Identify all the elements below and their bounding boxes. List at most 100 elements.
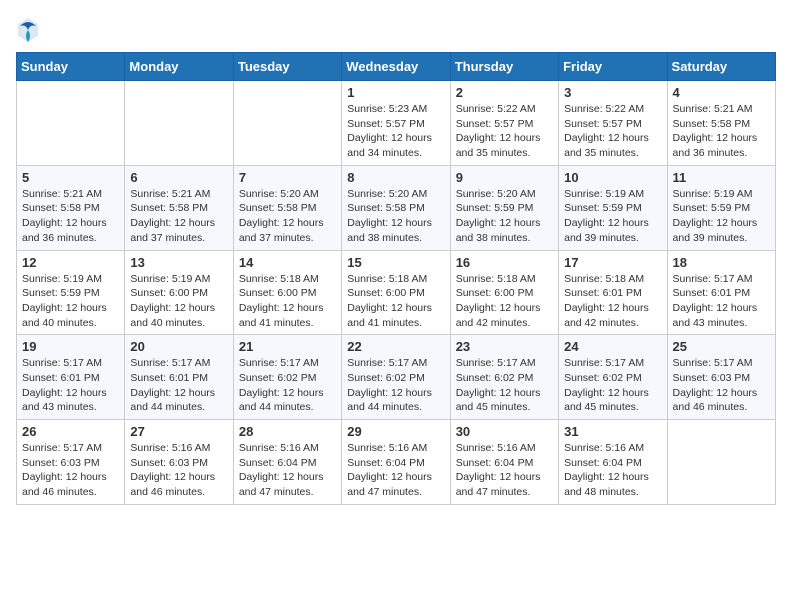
- weekday-header-friday: Friday: [559, 53, 667, 81]
- cell-sun-info: Sunrise: 5:17 AMSunset: 6:01 PMDaylight:…: [130, 356, 227, 415]
- cell-sun-info: Sunrise: 5:16 AMSunset: 6:04 PMDaylight:…: [239, 441, 336, 500]
- day-number: 28: [239, 424, 336, 439]
- calendar-cell: 13 Sunrise: 5:19 AMSunset: 6:00 PMDayligh…: [125, 250, 233, 335]
- calendar-cell: 4 Sunrise: 5:21 AMSunset: 5:58 PMDaylight…: [667, 81, 775, 166]
- day-number: 24: [564, 339, 661, 354]
- cell-sun-info: Sunrise: 5:20 AMSunset: 5:59 PMDaylight:…: [456, 187, 553, 246]
- day-number: 19: [22, 339, 119, 354]
- cell-sun-info: Sunrise: 5:17 AMSunset: 6:02 PMDaylight:…: [239, 356, 336, 415]
- cell-sun-info: Sunrise: 5:16 AMSunset: 6:04 PMDaylight:…: [564, 441, 661, 500]
- weekday-header-tuesday: Tuesday: [233, 53, 341, 81]
- calendar-cell: 30Sunrise: 5:16 AMSunset: 6:04 PMDayligh…: [450, 420, 558, 505]
- weekday-header-monday: Monday: [125, 53, 233, 81]
- day-number: 7: [239, 170, 336, 185]
- cell-sun-info: Sunrise: 5:20 AMSunset: 5:58 PMDaylight:…: [239, 187, 336, 246]
- calendar-cell: 1 Sunrise: 5:23 AMSunset: 5:57 PMDaylight…: [342, 81, 450, 166]
- page-header: [16, 16, 776, 44]
- cell-sun-info: Sunrise: 5:18 AMSunset: 6:00 PMDaylight:…: [347, 272, 444, 331]
- cell-sun-info: Sunrise: 5:19 AMSunset: 5:59 PMDaylight:…: [564, 187, 661, 246]
- day-number: 16: [456, 255, 553, 270]
- day-number: 21: [239, 339, 336, 354]
- cell-sun-info: Sunrise: 5:17 AMSunset: 6:02 PMDaylight:…: [564, 356, 661, 415]
- calendar-cell: 31 Sunrise: 5:16 AMSunset: 6:04 PMDayligh…: [559, 420, 667, 505]
- cell-sun-info: Sunrise: 5:21 AMSunset: 5:58 PMDaylight:…: [673, 102, 770, 161]
- day-number: 6: [130, 170, 227, 185]
- day-number: 26: [22, 424, 119, 439]
- cell-sun-info: Sunrise: 5:19 AMSunset: 5:59 PMDaylight:…: [673, 187, 770, 246]
- day-number: 29: [347, 424, 444, 439]
- calendar-cell: 16Sunrise: 5:18 AMSunset: 6:00 PMDayligh…: [450, 250, 558, 335]
- cell-sun-info: Sunrise: 5:21 AMSunset: 5:58 PMDaylight:…: [130, 187, 227, 246]
- calendar-week-row: 5 Sunrise: 5:21 AMSunset: 5:58 PMDaylight…: [17, 165, 776, 250]
- cell-sun-info: Sunrise: 5:16 AMSunset: 6:03 PMDaylight:…: [130, 441, 227, 500]
- day-number: 30: [456, 424, 553, 439]
- cell-sun-info: Sunrise: 5:18 AMSunset: 6:00 PMDaylight:…: [239, 272, 336, 331]
- calendar-week-row: 12 Sunrise: 5:19 AMSunset: 5:59 PMDayligh…: [17, 250, 776, 335]
- calendar-cell: 7 Sunrise: 5:20 AMSunset: 5:58 PMDaylight…: [233, 165, 341, 250]
- logo: [16, 16, 44, 44]
- cell-sun-info: Sunrise: 5:17 AMSunset: 6:03 PMDaylight:…: [673, 356, 770, 415]
- cell-sun-info: Sunrise: 5:17 AMSunset: 6:02 PMDaylight:…: [347, 356, 444, 415]
- calendar-cell: 3Sunrise: 5:22 AMSunset: 5:57 PMDaylight…: [559, 81, 667, 166]
- day-number: 5: [22, 170, 119, 185]
- calendar-cell: 5 Sunrise: 5:21 AMSunset: 5:58 PMDaylight…: [17, 165, 125, 250]
- logo-icon: [16, 16, 40, 44]
- day-number: 3: [564, 85, 661, 100]
- day-number: 25: [673, 339, 770, 354]
- calendar-header-row: SundayMondayTuesdayWednesdayThursdayFrid…: [17, 53, 776, 81]
- calendar-cell: 15 Sunrise: 5:18 AMSunset: 6:00 PMDayligh…: [342, 250, 450, 335]
- calendar-week-row: 19 Sunrise: 5:17 AMSunset: 6:01 PMDayligh…: [17, 335, 776, 420]
- weekday-header-thursday: Thursday: [450, 53, 558, 81]
- day-number: 27: [130, 424, 227, 439]
- calendar-week-row: 1 Sunrise: 5:23 AMSunset: 5:57 PMDaylight…: [17, 81, 776, 166]
- day-number: 20: [130, 339, 227, 354]
- day-number: 14: [239, 255, 336, 270]
- day-number: 13: [130, 255, 227, 270]
- weekday-header-wednesday: Wednesday: [342, 53, 450, 81]
- cell-sun-info: Sunrise: 5:20 AMSunset: 5:58 PMDaylight:…: [347, 187, 444, 246]
- day-number: 9: [456, 170, 553, 185]
- calendar-cell: [125, 81, 233, 166]
- day-number: 22: [347, 339, 444, 354]
- calendar-cell: 17Sunrise: 5:18 AMSunset: 6:01 PMDayligh…: [559, 250, 667, 335]
- calendar-cell: 26 Sunrise: 5:17 AMSunset: 6:03 PMDayligh…: [17, 420, 125, 505]
- calendar-cell: 28 Sunrise: 5:16 AMSunset: 6:04 PMDayligh…: [233, 420, 341, 505]
- calendar-cell: [667, 420, 775, 505]
- day-number: 11: [673, 170, 770, 185]
- calendar-cell: 14 Sunrise: 5:18 AMSunset: 6:00 PMDayligh…: [233, 250, 341, 335]
- day-number: 23: [456, 339, 553, 354]
- calendar-cell: 8 Sunrise: 5:20 AMSunset: 5:58 PMDaylight…: [342, 165, 450, 250]
- cell-sun-info: Sunrise: 5:17 AMSunset: 6:02 PMDaylight:…: [456, 356, 553, 415]
- day-number: 12: [22, 255, 119, 270]
- calendar-cell: 9 Sunrise: 5:20 AMSunset: 5:59 PMDaylight…: [450, 165, 558, 250]
- calendar-cell: [17, 81, 125, 166]
- calendar-cell: 25 Sunrise: 5:17 AMSunset: 6:03 PMDayligh…: [667, 335, 775, 420]
- cell-sun-info: Sunrise: 5:22 AMSunset: 5:57 PMDaylight:…: [456, 102, 553, 161]
- cell-sun-info: Sunrise: 5:17 AMSunset: 6:01 PMDaylight:…: [22, 356, 119, 415]
- cell-sun-info: Sunrise: 5:19 AMSunset: 6:00 PMDaylight:…: [130, 272, 227, 331]
- calendar-cell: 2 Sunrise: 5:22 AMSunset: 5:57 PMDaylight…: [450, 81, 558, 166]
- calendar-cell: 6 Sunrise: 5:21 AMSunset: 5:58 PMDaylight…: [125, 165, 233, 250]
- day-number: 4: [673, 85, 770, 100]
- cell-sun-info: Sunrise: 5:19 AMSunset: 5:59 PMDaylight:…: [22, 272, 119, 331]
- day-number: 1: [347, 85, 444, 100]
- weekday-header-sunday: Sunday: [17, 53, 125, 81]
- calendar-cell: 23 Sunrise: 5:17 AMSunset: 6:02 PMDayligh…: [450, 335, 558, 420]
- cell-sun-info: Sunrise: 5:23 AMSunset: 5:57 PMDaylight:…: [347, 102, 444, 161]
- day-number: 8: [347, 170, 444, 185]
- calendar-cell: 24 Sunrise: 5:17 AMSunset: 6:02 PMDayligh…: [559, 335, 667, 420]
- cell-sun-info: Sunrise: 5:16 AMSunset: 6:04 PMDaylight:…: [347, 441, 444, 500]
- day-number: 15: [347, 255, 444, 270]
- cell-sun-info: Sunrise: 5:17 AMSunset: 6:03 PMDaylight:…: [22, 441, 119, 500]
- day-number: 31: [564, 424, 661, 439]
- weekday-header-saturday: Saturday: [667, 53, 775, 81]
- cell-sun-info: Sunrise: 5:21 AMSunset: 5:58 PMDaylight:…: [22, 187, 119, 246]
- calendar-cell: 22 Sunrise: 5:17 AMSunset: 6:02 PMDayligh…: [342, 335, 450, 420]
- day-number: 2: [456, 85, 553, 100]
- calendar-cell: 18Sunrise: 5:17 AMSunset: 6:01 PMDayligh…: [667, 250, 775, 335]
- calendar-cell: 29 Sunrise: 5:16 AMSunset: 6:04 PMDayligh…: [342, 420, 450, 505]
- calendar-table: SundayMondayTuesdayWednesdayThursdayFrid…: [16, 52, 776, 505]
- calendar-cell: 27 Sunrise: 5:16 AMSunset: 6:03 PMDayligh…: [125, 420, 233, 505]
- cell-sun-info: Sunrise: 5:17 AMSunset: 6:01 PMDaylight:…: [673, 272, 770, 331]
- calendar-cell: 20 Sunrise: 5:17 AMSunset: 6:01 PMDayligh…: [125, 335, 233, 420]
